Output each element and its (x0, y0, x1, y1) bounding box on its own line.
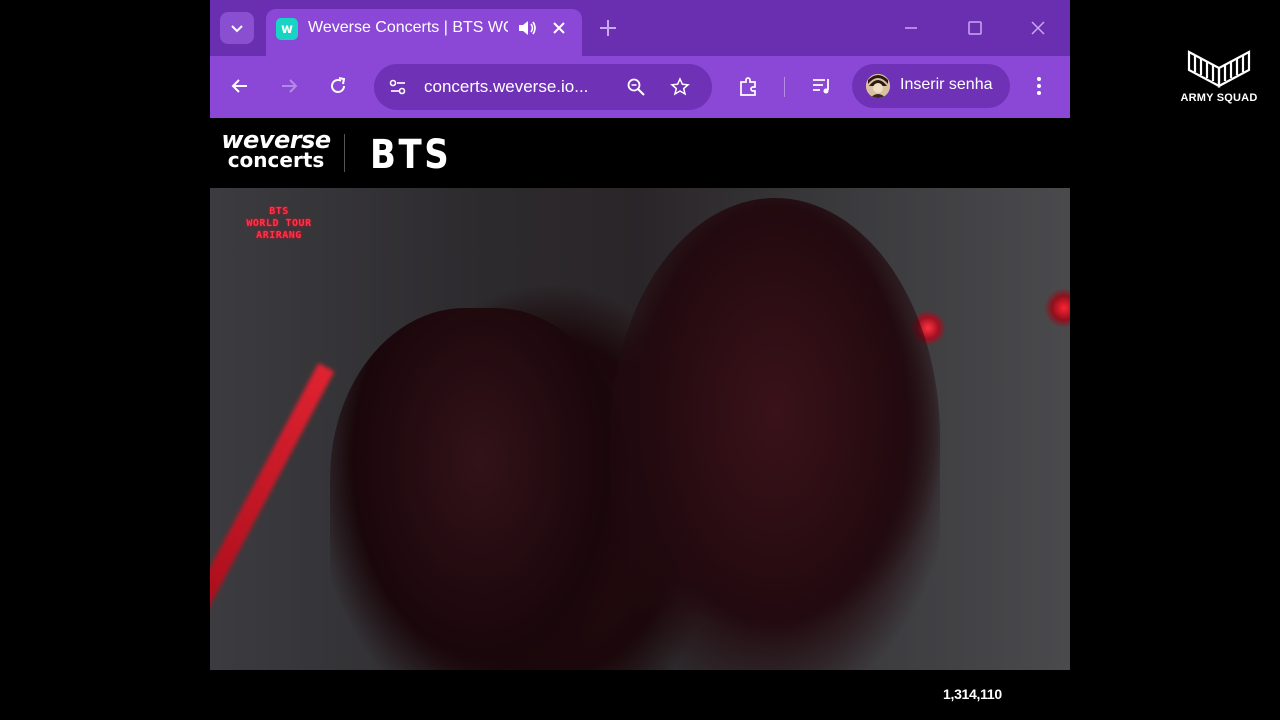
new-tab-button[interactable] (596, 16, 620, 40)
profile-button[interactable]: Inserir senha (852, 64, 1010, 108)
weverse-concerts-logo[interactable]: weverse concerts (220, 126, 332, 172)
army-squad-watermark: ARMY SQUAD (1180, 46, 1258, 104)
arrow-left-icon (231, 79, 247, 93)
browser-toolbar: concerts.weverse.io... Inserir senha (210, 56, 1070, 118)
player-info-bar: 1,314,110 (210, 670, 1070, 720)
address-bar[interactable]: concerts.weverse.io... (374, 64, 712, 110)
site-settings-icon[interactable] (386, 75, 410, 99)
back-button[interactable] (228, 74, 252, 98)
video-light-streak (210, 363, 335, 663)
overlay-line: ARIRANG (256, 230, 302, 241)
media-queue-icon (813, 79, 829, 94)
maximize-button[interactable] (960, 14, 990, 42)
chevron-down-icon (231, 25, 243, 33)
logo-divider (344, 134, 345, 172)
close-icon (1031, 21, 1045, 35)
overlay-line: WORLD TOUR (246, 218, 312, 229)
logo-line-2: concerts (227, 148, 325, 172)
video-performer-right (610, 198, 940, 670)
browser-menu-button[interactable] (1027, 74, 1051, 98)
book-logo-icon (1187, 50, 1251, 88)
close-window-button[interactable] (1023, 14, 1053, 42)
video-performer-left (330, 308, 630, 670)
toolbar-divider (784, 77, 785, 97)
tab-title: Weverse Concerts | BTS WORLD TOUR ARIRAN… (308, 19, 508, 36)
arrow-right-icon (282, 79, 298, 93)
tab-strip: w Weverse Concerts | BTS WORLD TOUR ARIR… (210, 0, 1070, 56)
active-tab[interactable]: w Weverse Concerts | BTS WORLD TOUR ARIR… (266, 9, 582, 56)
favicon-letter: w (280, 21, 293, 37)
tab-close-icon[interactable] (548, 17, 570, 39)
speaker-icon[interactable] (516, 17, 538, 39)
zoom-icon[interactable] (624, 75, 648, 99)
logo-line-1: weverse (221, 126, 331, 154)
viewer-count: 1,314,110 (943, 686, 1002, 702)
reload-icon (331, 77, 346, 93)
weverse-favicon-icon: w (276, 18, 298, 40)
media-control-button[interactable] (810, 74, 834, 98)
minimize-icon (905, 27, 917, 29)
overlay-line: BTS (269, 206, 289, 217)
browser-window: w Weverse Concerts | BTS WORLD TOUR ARIR… (210, 0, 1070, 720)
forward-button[interactable] (277, 74, 301, 98)
video-player[interactable]: BTS WORLD TOUR ARIRANG (210, 188, 1070, 670)
plus-icon (600, 20, 616, 36)
extensions-button[interactable] (737, 74, 761, 98)
watermark-text: ARMY SQUAD (1180, 92, 1258, 104)
url-text: concerts.weverse.io... (424, 77, 589, 96)
artist-name[interactable]: BTS (370, 132, 451, 178)
tour-logo-overlay: BTS WORLD TOUR ARIRANG (234, 206, 324, 242)
reload-button[interactable] (326, 74, 350, 98)
more-vertical-icon (1037, 77, 1041, 95)
tab-search-button[interactable] (220, 12, 254, 44)
puzzle-icon (740, 77, 756, 96)
profile-label: Inserir senha (900, 76, 993, 93)
bookmark-star-icon[interactable] (668, 75, 692, 99)
maximize-icon (968, 21, 982, 35)
avatar (866, 74, 890, 98)
site-header: weverse concerts BTS (210, 118, 1070, 188)
minimize-button[interactable] (896, 14, 926, 42)
